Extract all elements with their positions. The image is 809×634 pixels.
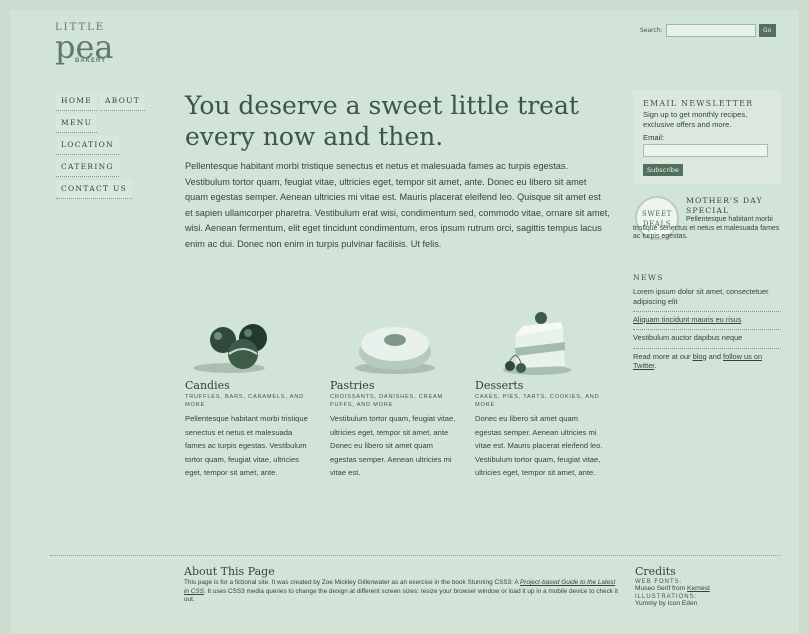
- about-text: This page is for a fictional site. It wa…: [184, 579, 619, 605]
- email-field[interactable]: [643, 144, 768, 158]
- footer: About This Page This page is for a ficti…: [50, 555, 780, 607]
- news-title: NEWS: [633, 273, 664, 283]
- news-section: NEWS Lorem ipsum dolor sit amet, consect…: [633, 273, 781, 370]
- illustrations-value: Yummy by Icon Eden: [635, 600, 698, 607]
- newsletter-box: EMAIL NEWSLETTER Sign up to get monthly …: [633, 90, 781, 185]
- product-title[interactable]: Candies: [185, 379, 313, 392]
- news-item[interactable]: Vestibulum auctor dapibus neque: [633, 330, 781, 349]
- product-text: Donec eu libero sit amet quam egestas se…: [475, 414, 603, 478]
- product-subtitle: TRUFFLES, BARS, CARAMELS, AND MORE: [185, 394, 304, 408]
- logo-pea: pea: [55, 28, 114, 66]
- credits-section: Credits WEB FONTS: Museo Serif from Kern…: [635, 565, 780, 609]
- credits-title: Credits: [635, 565, 676, 578]
- news-item-link[interactable]: Aliquam tincidunt mauris eu risus: [633, 315, 741, 324]
- product-title[interactable]: Desserts: [475, 379, 603, 392]
- about-text-2: . It uses CSS3 media queries to change t…: [184, 587, 618, 604]
- product-title[interactable]: Pastries: [330, 379, 458, 392]
- web-fonts-prefix: Museo Serif from: [635, 585, 686, 592]
- nav-home[interactable]: HOME: [56, 92, 98, 111]
- read-more-prefix: Read more at our: [633, 351, 691, 361]
- deal-text: Pellentesque habitant morbi tristique se…: [633, 216, 780, 241]
- page: LITTLE pea BAKERY Search: Go HOME ABOUT …: [10, 10, 799, 634]
- subscribe-button[interactable]: Subscribe: [643, 164, 683, 177]
- nav-menu[interactable]: MENU: [56, 114, 98, 133]
- search-input[interactable]: [665, 24, 756, 37]
- about-title: About This Page: [184, 565, 275, 578]
- newsletter-text: Sign up to get monthly recipes, exclusiv…: [643, 110, 748, 129]
- web-fonts-value: Museo Serif from Kernest: [635, 585, 780, 592]
- main-nav: HOME ABOUT MENU LOCATION CATERING CONTAC…: [56, 92, 156, 202]
- news-item[interactable]: Aliquam tincidunt mauris eu risus: [633, 312, 781, 331]
- desserts-image: [475, 310, 603, 377]
- kernest-link[interactable]: Kernest: [687, 585, 710, 592]
- read-more-period: .: [654, 361, 657, 371]
- intro-text: Pellentesque habitant morbi tristique se…: [185, 161, 610, 249]
- blog-link[interactable]: blog: [693, 352, 707, 361]
- product-text: Vestibulum tortor quam, feugiat vitae, u…: [330, 414, 456, 478]
- deal-promo[interactable]: SWEET DEALS MOTHER'S DAY SPECIAL Pellent…: [633, 194, 781, 264]
- product-pastries: Pastries CROISSANTS, DANISHES, CREAM PUF…: [330, 310, 458, 480]
- read-more-and: and: [708, 351, 721, 361]
- candies-image: [185, 310, 313, 377]
- search-bar: Search: Go: [640, 24, 776, 37]
- search-button[interactable]: Go: [758, 24, 776, 37]
- sidebar: EMAIL NEWSLETTER Sign up to get monthly …: [633, 90, 781, 371]
- email-label: Email:: [643, 133, 665, 143]
- newsletter-title: EMAIL NEWSLETTER: [643, 99, 754, 108]
- page-headline: You deserve a sweet little treat every n…: [185, 91, 579, 151]
- news-item[interactable]: Lorem ipsum dolor sit amet, consectetuer…: [633, 284, 781, 312]
- nav-location[interactable]: LOCATION: [56, 136, 119, 155]
- product-desserts: Desserts CAKES, PIES, TARTS, COOKIES, AN…: [475, 310, 603, 480]
- site-logo[interactable]: LITTLE pea BAKERY: [55, 22, 114, 64]
- search-label: Search:: [640, 27, 663, 34]
- deal-title: MOTHER'S DAY SPECIAL: [686, 196, 763, 215]
- read-more: Read more at our blog and follow us on T…: [633, 349, 781, 371]
- product-subtitle: CROISSANTS, DANISHES, CREAM PUFFS, AND M…: [330, 394, 443, 408]
- about-section: About This Page This page is for a ficti…: [184, 565, 619, 605]
- nav-contact[interactable]: CONTACT US: [56, 180, 133, 199]
- product-subtitle: CAKES, PIES, TARTS, COOKIES, AND MORE: [475, 394, 600, 408]
- nav-about[interactable]: ABOUT: [100, 92, 146, 111]
- pastries-image: [330, 310, 458, 377]
- about-text-1: This page is for a fictional site. It wa…: [184, 579, 519, 586]
- product-text: Pellentesque habitant morbi tristique se…: [185, 414, 308, 478]
- nav-catering[interactable]: CATERING: [56, 158, 119, 177]
- product-candies: Candies TRUFFLES, BARS, CARAMELS, AND MO…: [185, 310, 313, 480]
- main-content: You deserve a sweet little treat every n…: [185, 90, 610, 253]
